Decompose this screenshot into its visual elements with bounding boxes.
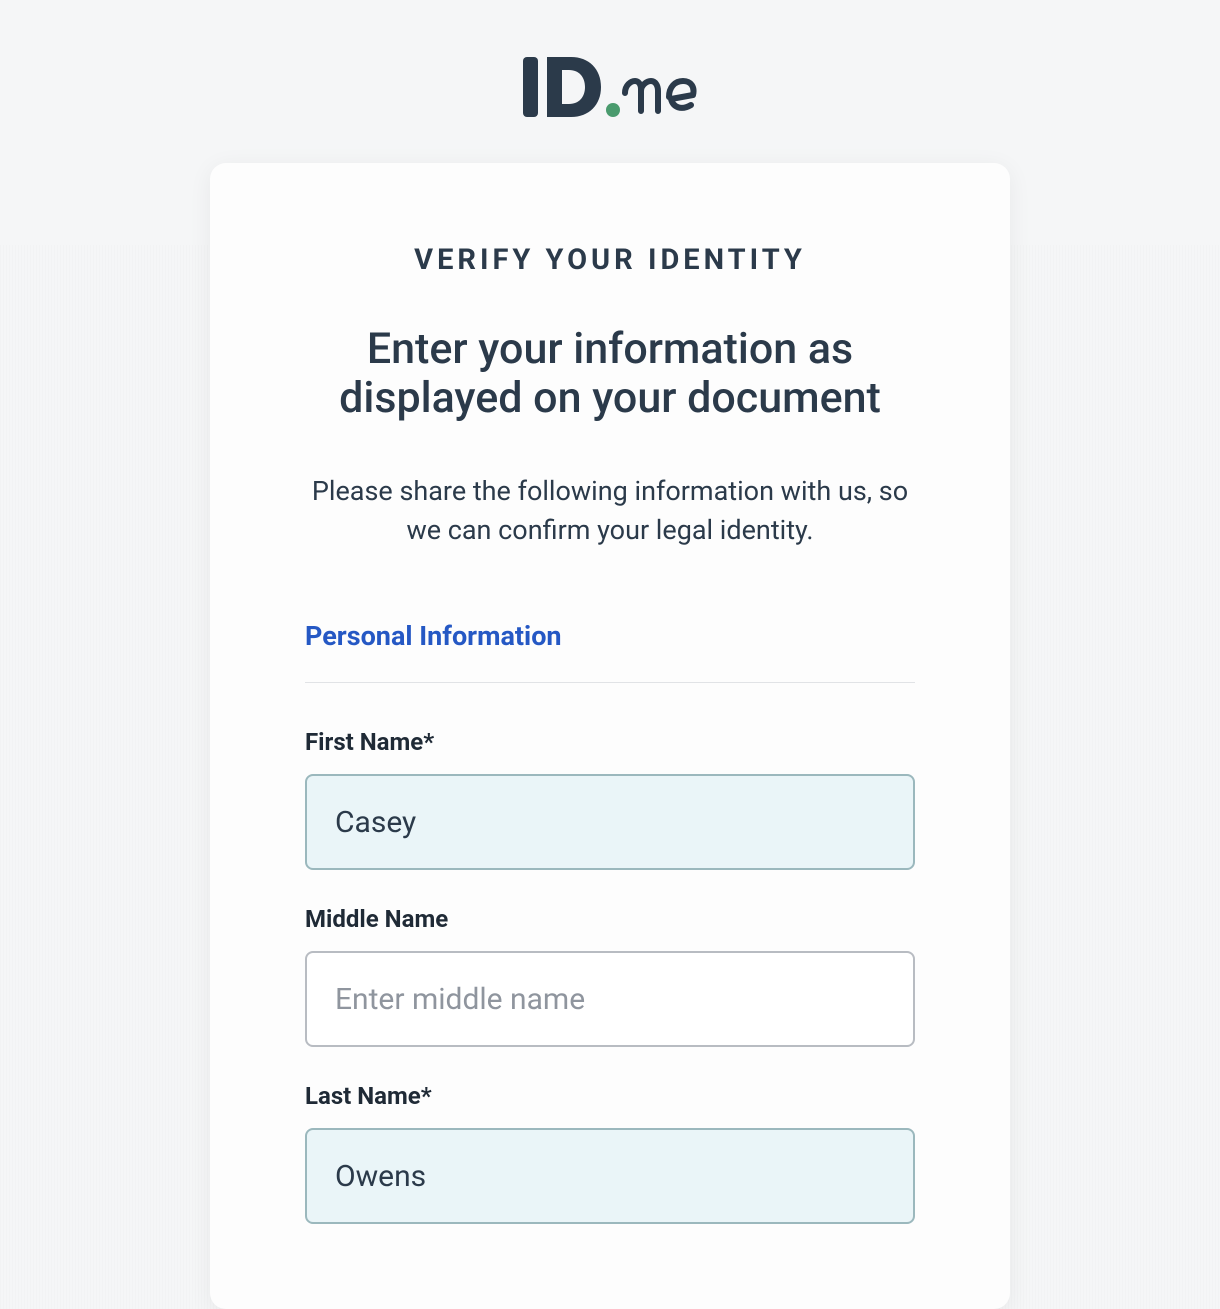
first-name-input[interactable] (305, 774, 915, 870)
idme-logo-icon (523, 55, 697, 119)
section-title-personal-info: Personal Information (305, 620, 915, 652)
form-group-middle-name: Middle Name (305, 905, 915, 1047)
first-name-label: First Name* (305, 728, 915, 756)
section-divider (305, 682, 915, 683)
page-eyebrow: VERIFY YOUR IDENTITY (305, 243, 915, 277)
page-headline: Enter your information as displayed on y… (305, 325, 915, 424)
brand-logo (0, 55, 1220, 123)
identity-form-card: VERIFY YOUR IDENTITY Enter your informat… (210, 163, 1010, 1309)
form-group-first-name: First Name* (305, 728, 915, 870)
middle-name-label: Middle Name (305, 905, 915, 933)
last-name-input[interactable] (305, 1128, 915, 1224)
form-group-last-name: Last Name* (305, 1082, 915, 1224)
last-name-label: Last Name* (305, 1082, 915, 1110)
middle-name-input[interactable] (305, 951, 915, 1047)
page-subtext: Please share the following information w… (305, 472, 915, 550)
